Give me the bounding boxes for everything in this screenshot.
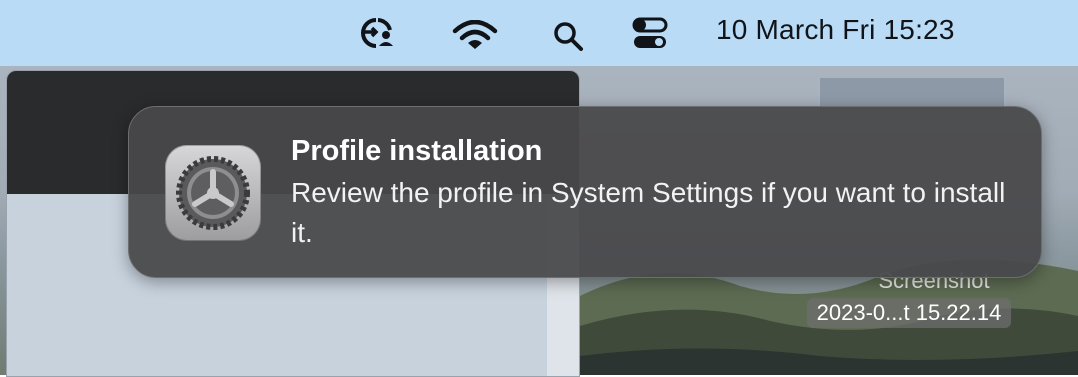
wifi-icon[interactable] [452,19,498,55]
system-settings-gear-icon [165,145,261,241]
file-label-line2: 2023-0...t 15.22.14 [806,298,1012,328]
menu-bar: 10 March Fri 15:23 [0,0,1078,66]
vpn-status-icon[interactable] [356,16,400,55]
spotlight-search-icon[interactable] [552,20,584,57]
notification-banner[interactable]: Profile installation Review the profile … [128,106,1042,278]
control-center-icon[interactable] [630,16,670,57]
menu-bar-clock[interactable]: 10 March Fri 15:23 [716,14,955,46]
notification-body: Review the profile in System Settings if… [291,177,1006,248]
notification-title: Profile installation [291,135,543,167]
